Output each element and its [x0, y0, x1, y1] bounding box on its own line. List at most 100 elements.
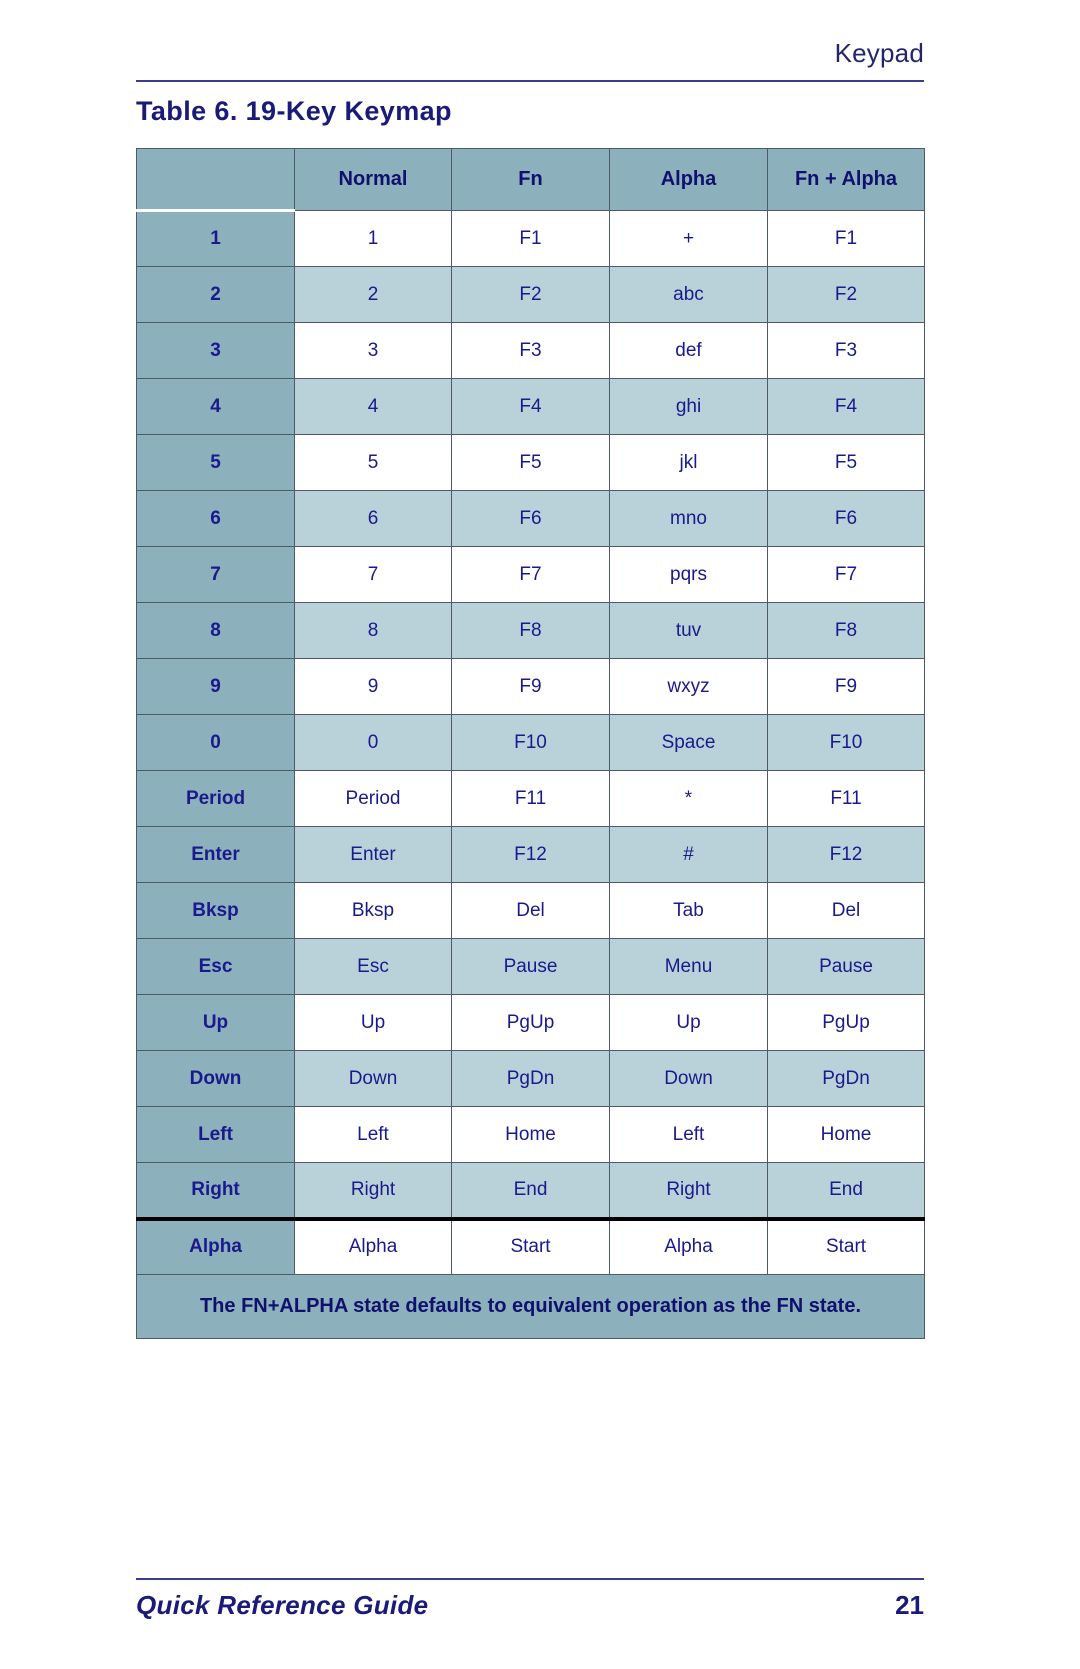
cell-alpha: pqrs	[609, 546, 768, 603]
cell-normal: 8	[294, 602, 452, 659]
row-key-label: 6	[136, 490, 295, 547]
cell-fn: End	[451, 1162, 610, 1219]
row-key-label: Left	[136, 1106, 295, 1163]
table-row: 8 8 F8 tuv F8	[136, 602, 925, 659]
table-row: Right Right End Right End	[136, 1162, 925, 1219]
table-row: 3 3 F3 def F3	[136, 322, 925, 379]
cell-fn-alpha: PgUp	[767, 994, 925, 1051]
row-key-label: 7	[136, 546, 295, 603]
row-key-label: 9	[136, 658, 295, 715]
table-row: 4 4 F4 ghi F4	[136, 378, 925, 435]
cell-alpha: *	[609, 770, 768, 827]
row-key-label: 2	[136, 266, 295, 323]
column-header-normal: Normal	[294, 148, 452, 211]
cell-fn: F3	[451, 322, 610, 379]
table-row: 2 2 F2 abc F2	[136, 266, 925, 323]
cell-fn-alpha: F10	[767, 714, 925, 771]
cell-fn-alpha: Pause	[767, 938, 925, 995]
cell-normal: Down	[294, 1050, 452, 1107]
cell-alpha: mno	[609, 490, 768, 547]
cell-alpha: tuv	[609, 602, 768, 659]
cell-fn-alpha: PgDn	[767, 1050, 925, 1107]
cell-alpha: +	[609, 210, 768, 267]
cell-fn-alpha: F1	[767, 210, 925, 267]
column-header-key	[136, 148, 295, 212]
row-key-label: Esc	[136, 938, 295, 995]
table-row: 9 9 F9 wxyz F9	[136, 658, 925, 715]
cell-normal: Period	[294, 770, 452, 827]
cell-normal: Bksp	[294, 882, 452, 939]
table-header: Normal Fn Alpha Fn + Alpha	[136, 148, 925, 212]
cell-alpha: Right	[609, 1162, 768, 1219]
cell-normal: Esc	[294, 938, 452, 995]
document-page: Keypad Table 6. 19-Key Keymap Normal Fn …	[0, 0, 1080, 1669]
table-note-row: The FN+ALPHA state defaults to equivalen…	[136, 1274, 925, 1339]
cell-fn: F2	[451, 266, 610, 323]
cell-fn: F6	[451, 490, 610, 547]
table-row: Esc Esc Pause Menu Pause	[136, 938, 925, 995]
cell-normal: 7	[294, 546, 452, 603]
row-key-label: 3	[136, 322, 295, 379]
table-row: 0 0 F10 Space F10	[136, 714, 925, 771]
cell-fn-alpha: F12	[767, 826, 925, 883]
row-key-label: 8	[136, 602, 295, 659]
cell-fn-alpha: F11	[767, 770, 925, 827]
cell-alpha: ghi	[609, 378, 768, 435]
cell-fn-alpha: End	[767, 1162, 925, 1219]
cell-alpha: Left	[609, 1106, 768, 1163]
table-row: 7 7 F7 pqrs F7	[136, 546, 925, 603]
row-key-label: 4	[136, 378, 295, 435]
column-header-fn: Fn	[451, 148, 610, 211]
cell-normal: Right	[294, 1162, 452, 1219]
cell-normal: 5	[294, 434, 452, 491]
cell-fn-alpha: F4	[767, 378, 925, 435]
cell-alpha: Tab	[609, 882, 768, 939]
column-header-fn-alpha: Fn + Alpha	[767, 148, 925, 211]
row-key-label: 1	[136, 210, 295, 267]
cell-fn: Start	[451, 1216, 610, 1275]
cell-fn: F8	[451, 602, 610, 659]
cell-normal: 3	[294, 322, 452, 379]
cell-fn: PgDn	[451, 1050, 610, 1107]
cell-normal: 2	[294, 266, 452, 323]
cell-alpha: abc	[609, 266, 768, 323]
table-footer: The FN+ALPHA state defaults to equivalen…	[136, 1274, 925, 1339]
cell-fn-alpha: Start	[767, 1216, 925, 1275]
cell-fn-alpha: F9	[767, 658, 925, 715]
cell-fn-alpha: Home	[767, 1106, 925, 1163]
table-row: Left Left Home Left Home	[136, 1106, 925, 1163]
page-footer: Quick Reference Guide 21	[136, 1590, 924, 1621]
cell-normal: 9	[294, 658, 452, 715]
cell-alpha: jkl	[609, 434, 768, 491]
cell-fn: F5	[451, 434, 610, 491]
row-key-label: 5	[136, 434, 295, 491]
keymap-table-container: Normal Fn Alpha Fn + Alpha 1 1 F1 + F1 2 2 F2 ab…	[136, 148, 925, 1339]
cell-fn-alpha: F7	[767, 546, 925, 603]
cell-fn: PgUp	[451, 994, 610, 1051]
row-key-label: Enter	[136, 826, 295, 883]
cell-fn: Home	[451, 1106, 610, 1163]
column-header-alpha: Alpha	[609, 148, 768, 211]
row-key-label: Period	[136, 770, 295, 827]
footer-title: Quick Reference Guide	[136, 1590, 429, 1620]
cell-normal: Alpha	[294, 1216, 452, 1275]
table-note: The FN+ALPHA state defaults to equivalen…	[136, 1274, 925, 1339]
cell-alpha: Down	[609, 1050, 768, 1107]
row-key-label: Up	[136, 994, 295, 1051]
cell-normal: 1	[294, 210, 452, 267]
cell-normal: Left	[294, 1106, 452, 1163]
table-header-row: Normal Fn Alpha Fn + Alpha	[136, 148, 925, 212]
cell-alpha: def	[609, 322, 768, 379]
cell-fn: F4	[451, 378, 610, 435]
table-row: Up Up PgUp Up PgUp	[136, 994, 925, 1051]
footer-divider	[136, 1578, 924, 1580]
table-row: Bksp Bksp Del Tab Del	[136, 882, 925, 939]
row-key-label: Right	[136, 1162, 295, 1219]
cell-normal: 4	[294, 378, 452, 435]
cell-normal: Up	[294, 994, 452, 1051]
table-row: Enter Enter F12 # F12	[136, 826, 925, 883]
cell-fn-alpha: F5	[767, 434, 925, 491]
table-row: Down Down PgDn Down PgDn	[136, 1050, 925, 1107]
cell-normal: Enter	[294, 826, 452, 883]
table-row: Alpha Alpha Start Alpha Start	[136, 1216, 925, 1275]
